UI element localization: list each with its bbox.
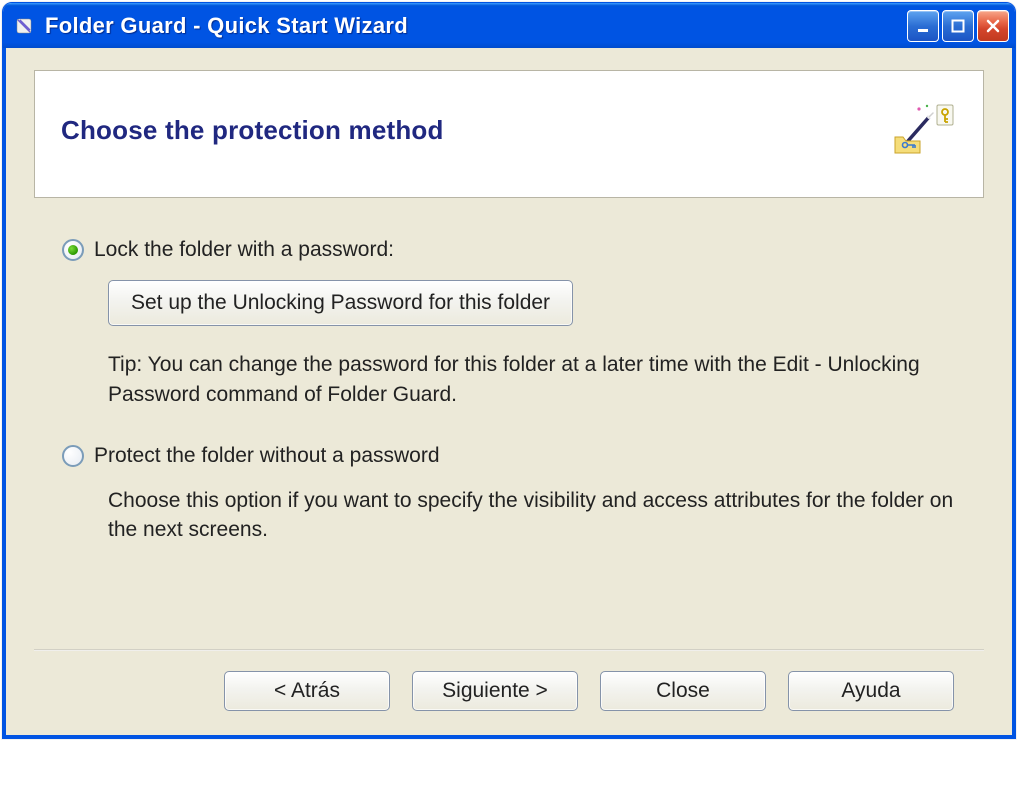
radio-nopass[interactable]: Protect the folder without a password	[62, 444, 964, 468]
option-lock-group: Lock the folder with a password: Set up …	[62, 238, 964, 410]
setup-password-button[interactable]: Set up the Unlocking Password for this f…	[108, 280, 573, 326]
button-row: < Atrás Siguiente > Close Ayuda	[34, 671, 984, 717]
wizard-wand-icon	[893, 103, 957, 157]
radio-lock-indicator	[62, 239, 84, 261]
title-bar: Folder Guard - Quick Start Wizard	[3, 3, 1015, 48]
wizard-title: Choose the protection method	[61, 115, 444, 146]
radio-nopass-indicator	[62, 445, 84, 467]
wizard-window: Folder Guard - Quick Start Wizard Choose…	[2, 2, 1016, 739]
nopass-description: Choose this option if you want to specif…	[108, 486, 964, 546]
radio-nopass-label: Protect the folder without a password	[94, 444, 440, 468]
next-button[interactable]: Siguiente >	[412, 671, 578, 711]
radio-lock-label: Lock the folder with a password:	[94, 238, 394, 262]
wizard-header: Choose the protection method	[34, 70, 984, 198]
back-button[interactable]: < Atrás	[224, 671, 390, 711]
radio-lock[interactable]: Lock the folder with a password:	[62, 238, 964, 262]
window-title: Folder Guard - Quick Start Wizard	[45, 13, 907, 39]
close-button[interactable]	[977, 10, 1009, 42]
help-button[interactable]: Ayuda	[788, 671, 954, 711]
divider	[34, 649, 984, 651]
maximize-button[interactable]	[942, 10, 974, 42]
window-controls	[907, 10, 1009, 42]
minimize-button[interactable]	[907, 10, 939, 42]
option-nopass-group: Protect the folder without a password Ch…	[62, 444, 964, 546]
client-area: Choose the protection method	[3, 48, 1015, 738]
lock-tip-text: Tip: You can change the password for thi…	[108, 350, 964, 410]
close-wizard-button[interactable]: Close	[600, 671, 766, 711]
options-area: Lock the folder with a password: Set up …	[34, 198, 984, 649]
app-icon	[13, 15, 35, 37]
